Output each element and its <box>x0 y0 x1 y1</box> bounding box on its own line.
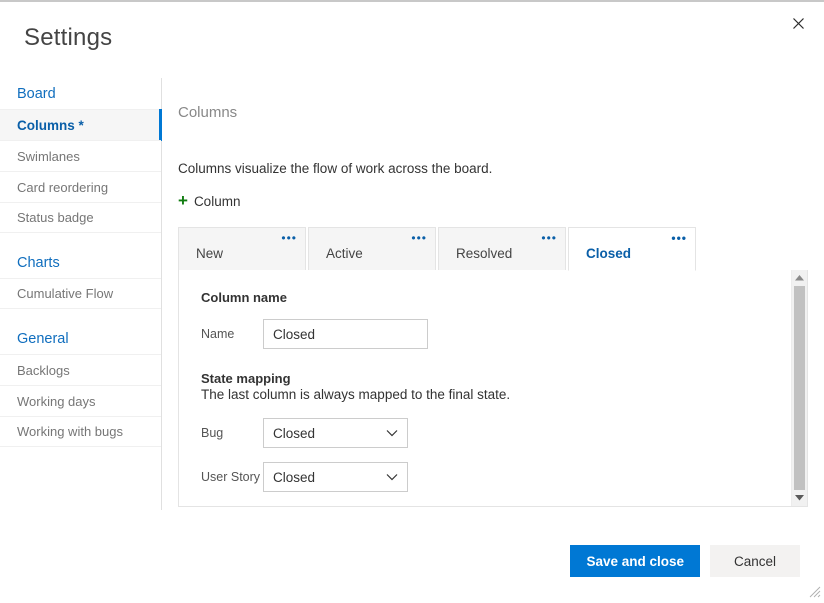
sidebar-item-label: Backlogs <box>17 362 70 378</box>
bug-state-value: Closed <box>273 425 316 441</box>
nav-group-header-general: General <box>17 330 69 347</box>
tab-label: Closed <box>586 246 632 261</box>
sidebar-item-label: Columns * <box>17 117 84 133</box>
chevron-down-icon <box>386 429 398 437</box>
settings-dialog: Settings Board Columns * Swimlanes Card … <box>0 0 824 600</box>
tab-label: Active <box>326 246 363 261</box>
sidebar-item-backlogs[interactable]: Backlogs <box>0 354 161 385</box>
nav-group-general: General Backlogs Working days Working wi… <box>0 323 161 447</box>
nav-group-header-charts: Charts <box>17 254 60 271</box>
tab-label: Resolved <box>456 246 513 261</box>
ellipsis-icon[interactable]: ••• <box>541 232 557 244</box>
scroll-down-button[interactable] <box>792 490 807 506</box>
scrollbar-thumb[interactable] <box>794 286 805 490</box>
sidebar-item-cumulative-flow[interactable]: Cumulative Flow <box>0 278 161 309</box>
plus-icon: + <box>178 191 188 210</box>
ellipsis-icon[interactable]: ••• <box>281 232 297 244</box>
content-description: Columns visualize the flow of work acros… <box>178 161 493 176</box>
settings-sidebar: Board Columns * Swimlanes Card reorderin… <box>0 78 162 510</box>
nav-group-charts: Charts Cumulative Flow <box>0 247 161 309</box>
sidebar-item-card-reordering[interactable]: Card reordering <box>0 171 161 202</box>
tab-new[interactable]: ••• New <box>178 227 306 271</box>
panel-scrollbar[interactable] <box>791 270 807 506</box>
content-heading: Columns <box>178 104 238 121</box>
mapping-label-user-story: User Story <box>201 470 261 484</box>
nav-group-header-board: Board <box>17 85 56 102</box>
close-icon[interactable] <box>782 8 814 38</box>
name-input[interactable] <box>263 319 428 349</box>
close-glyph <box>792 17 804 29</box>
page-title: Settings <box>24 24 113 51</box>
save-and-close-button[interactable]: Save and close <box>570 545 700 577</box>
add-column-button[interactable]: + Column <box>178 191 241 210</box>
state-mapping-label: State mapping <box>201 371 291 386</box>
chevron-down-icon <box>386 473 398 481</box>
sidebar-item-label: Status badge <box>17 210 94 225</box>
resize-grip-glyph <box>809 586 821 598</box>
sidebar-item-label: Card reordering <box>17 179 109 195</box>
name-field-row: Name <box>201 319 807 349</box>
user-story-state-value: Closed <box>273 469 316 485</box>
tab-label: New <box>196 246 224 261</box>
ellipsis-icon[interactable]: ••• <box>671 232 687 244</box>
sidebar-item-columns[interactable]: Columns * <box>0 109 162 141</box>
cancel-button[interactable]: Cancel <box>710 545 800 577</box>
name-field-label: Name <box>201 327 235 341</box>
sidebar-item-label: Working with bugs <box>17 424 123 439</box>
sidebar-item-label: Swimlanes <box>17 148 80 164</box>
tab-resolved[interactable]: ••• Resolved <box>438 227 566 271</box>
settings-content: Columns Columns visualize the flow of wo… <box>178 78 808 520</box>
chevron-up-icon <box>795 275 804 281</box>
mapping-row-user-story: User Story Closed <box>201 462 807 492</box>
chevron-down-icon <box>795 495 804 501</box>
add-column-label: Column <box>193 194 241 209</box>
bug-state-select[interactable]: Closed <box>263 418 408 448</box>
sidebar-item-status-badge[interactable]: Status badge <box>0 202 161 233</box>
ellipsis-icon[interactable]: ••• <box>411 232 427 244</box>
user-story-state-select[interactable]: Closed <box>263 462 408 492</box>
mapping-label-bug: Bug <box>201 426 224 440</box>
sidebar-item-label: Working days <box>17 393 96 409</box>
dialog-footer: Save and close Cancel <box>570 545 800 577</box>
sidebar-item-working-with-bugs[interactable]: Working with bugs <box>0 416 161 447</box>
resize-grip-icon[interactable] <box>809 585 821 598</box>
column-name-section-label: Column name <box>201 290 287 305</box>
sidebar-item-label: Cumulative Flow <box>17 286 114 301</box>
column-settings-panel: Column name Name State mapping The last … <box>178 270 808 507</box>
sidebar-item-swimlanes[interactable]: Swimlanes <box>0 140 161 171</box>
nav-group-board: Board Columns * Swimlanes Card reorderin… <box>0 78 162 233</box>
tab-closed[interactable]: ••• Closed <box>568 227 696 271</box>
column-tabs: ••• New ••• Active ••• Resolved ••• Clos… <box>178 227 808 271</box>
state-mapping-section: State mapping The last column is always … <box>201 371 807 402</box>
scroll-up-button[interactable] <box>792 270 807 286</box>
sidebar-item-working-days[interactable]: Working days <box>0 385 161 416</box>
mapping-row-bug: Bug Closed <box>201 418 807 448</box>
tab-active[interactable]: ••• Active <box>308 227 436 271</box>
state-mapping-note: The last column is always mapped to the … <box>201 387 511 402</box>
